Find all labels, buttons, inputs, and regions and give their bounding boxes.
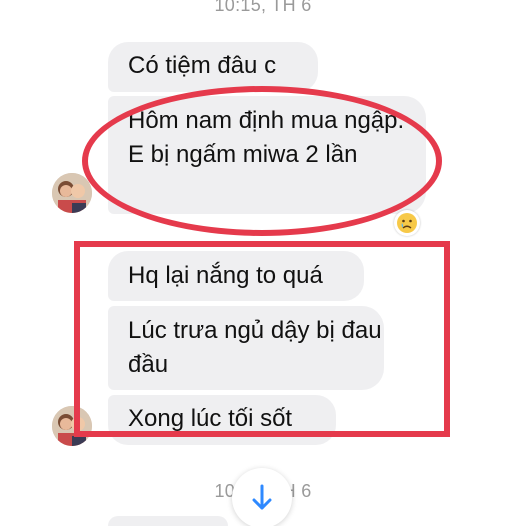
crying-emoji-icon [397,213,417,233]
avatar-photo-icon [52,173,92,213]
message-text: Xong lúc tối sốt [128,405,293,432]
message-bubble[interactable]: Xong lúc tối sốt [108,395,336,445]
message-bubble[interactable]: Lúc trưa ngủ dậy bị đau đầu [108,306,384,390]
message-bubble[interactable]: Có tiệm đâu c [108,42,318,92]
arrow-down-icon [252,484,272,510]
message-text: Hôm nam định mua ngập. E bị ngấm miwa 2 … [128,107,405,168]
reaction-badge[interactable] [394,210,420,236]
message-bubble[interactable]: Hôm nam định mua ngập. E bị ngấm miwa 2 … [108,96,426,214]
message-bubble[interactable]: Hq lại nắng to quá [108,251,364,301]
scroll-to-bottom-button[interactable] [232,468,292,526]
message-text: Lúc trưa ngủ dậy bị đau đầu [128,317,382,378]
timestamp-top: 10:15, TH 6 [214,0,312,15]
message-bubble-partial [108,516,228,526]
message-text: Hq lại nắng to quá [128,262,323,289]
chat-thread: 10:15, TH 6 Có tiệm đâu c Hôm nam định m… [0,0,526,526]
avatar[interactable] [52,406,92,446]
message-text: Có tiệm đâu c [128,52,277,79]
avatar-photo-icon [52,406,92,446]
avatar[interactable] [52,173,92,213]
